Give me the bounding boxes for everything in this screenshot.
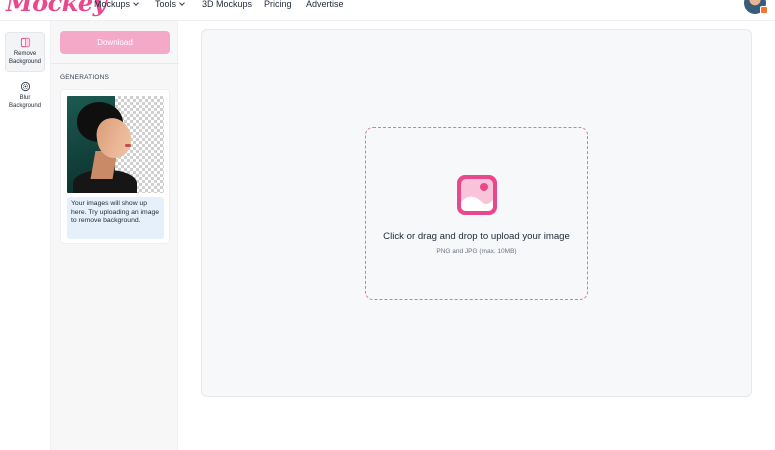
generation-card: Your images will show up here. Try uploa…	[60, 89, 170, 244]
nav-item-3d-mockups[interactable]: 3D Mockups	[202, 0, 253, 9]
tool-label-line2: Background	[8, 59, 42, 65]
workspace: Click or drag and drop to upload your im…	[201, 29, 752, 397]
tool-blur-background[interactable]: Blur Background	[5, 77, 45, 115]
remove-background-icon	[20, 37, 30, 48]
blur-background-icon	[20, 81, 30, 92]
image-upload-icon	[457, 175, 497, 215]
nav-item-label: Mockups	[94, 0, 131, 9]
tool-label-line2: Background	[8, 103, 42, 109]
avatar-badge	[760, 6, 768, 14]
brand-logo[interactable]: Mockey	[6, 0, 107, 17]
nav-item-advertise[interactable]: Advertise	[306, 0, 344, 9]
sample-image-thumbnail	[67, 96, 164, 193]
tool-rail: Remove Background Blur Background	[0, 21, 50, 450]
download-button[interactable]: Download	[60, 31, 170, 54]
tool-label-line1: Remove	[13, 51, 37, 57]
upload-formats: PNG and JPG (max. 10MB)	[436, 248, 517, 255]
nav-item-mockups[interactable]: Mockups	[94, 0, 139, 9]
tool-label-line1: Blur	[19, 95, 31, 101]
chevron-down-icon	[133, 0, 139, 6]
nav-item-tools[interactable]: Tools	[155, 0, 185, 9]
generations-panel: Download GENERATIONS Your images will sh…	[50, 21, 179, 450]
top-navbar: Mockey Mockups Tools 3D Mockups Pricing …	[0, 0, 775, 21]
nav-item-label: Pricing	[264, 0, 292, 9]
generations-title: GENERATIONS	[60, 74, 110, 81]
nav-item-label: Tools	[155, 0, 177, 9]
chevron-down-icon	[179, 0, 185, 6]
nav-item-label: Advertise	[306, 0, 344, 9]
generations-empty-note: Your images will show up here. Try uploa…	[67, 197, 164, 239]
nav-item-label: 3D Mockups	[202, 0, 253, 9]
divider	[51, 63, 179, 64]
upload-dropzone[interactable]: Click or drag and drop to upload your im…	[365, 127, 588, 300]
upload-prompt: Click or drag and drop to upload your im…	[383, 231, 570, 242]
tool-remove-background[interactable]: Remove Background	[5, 32, 45, 72]
nav-item-pricing[interactable]: Pricing	[264, 0, 292, 9]
portrait-lips	[125, 144, 131, 147]
